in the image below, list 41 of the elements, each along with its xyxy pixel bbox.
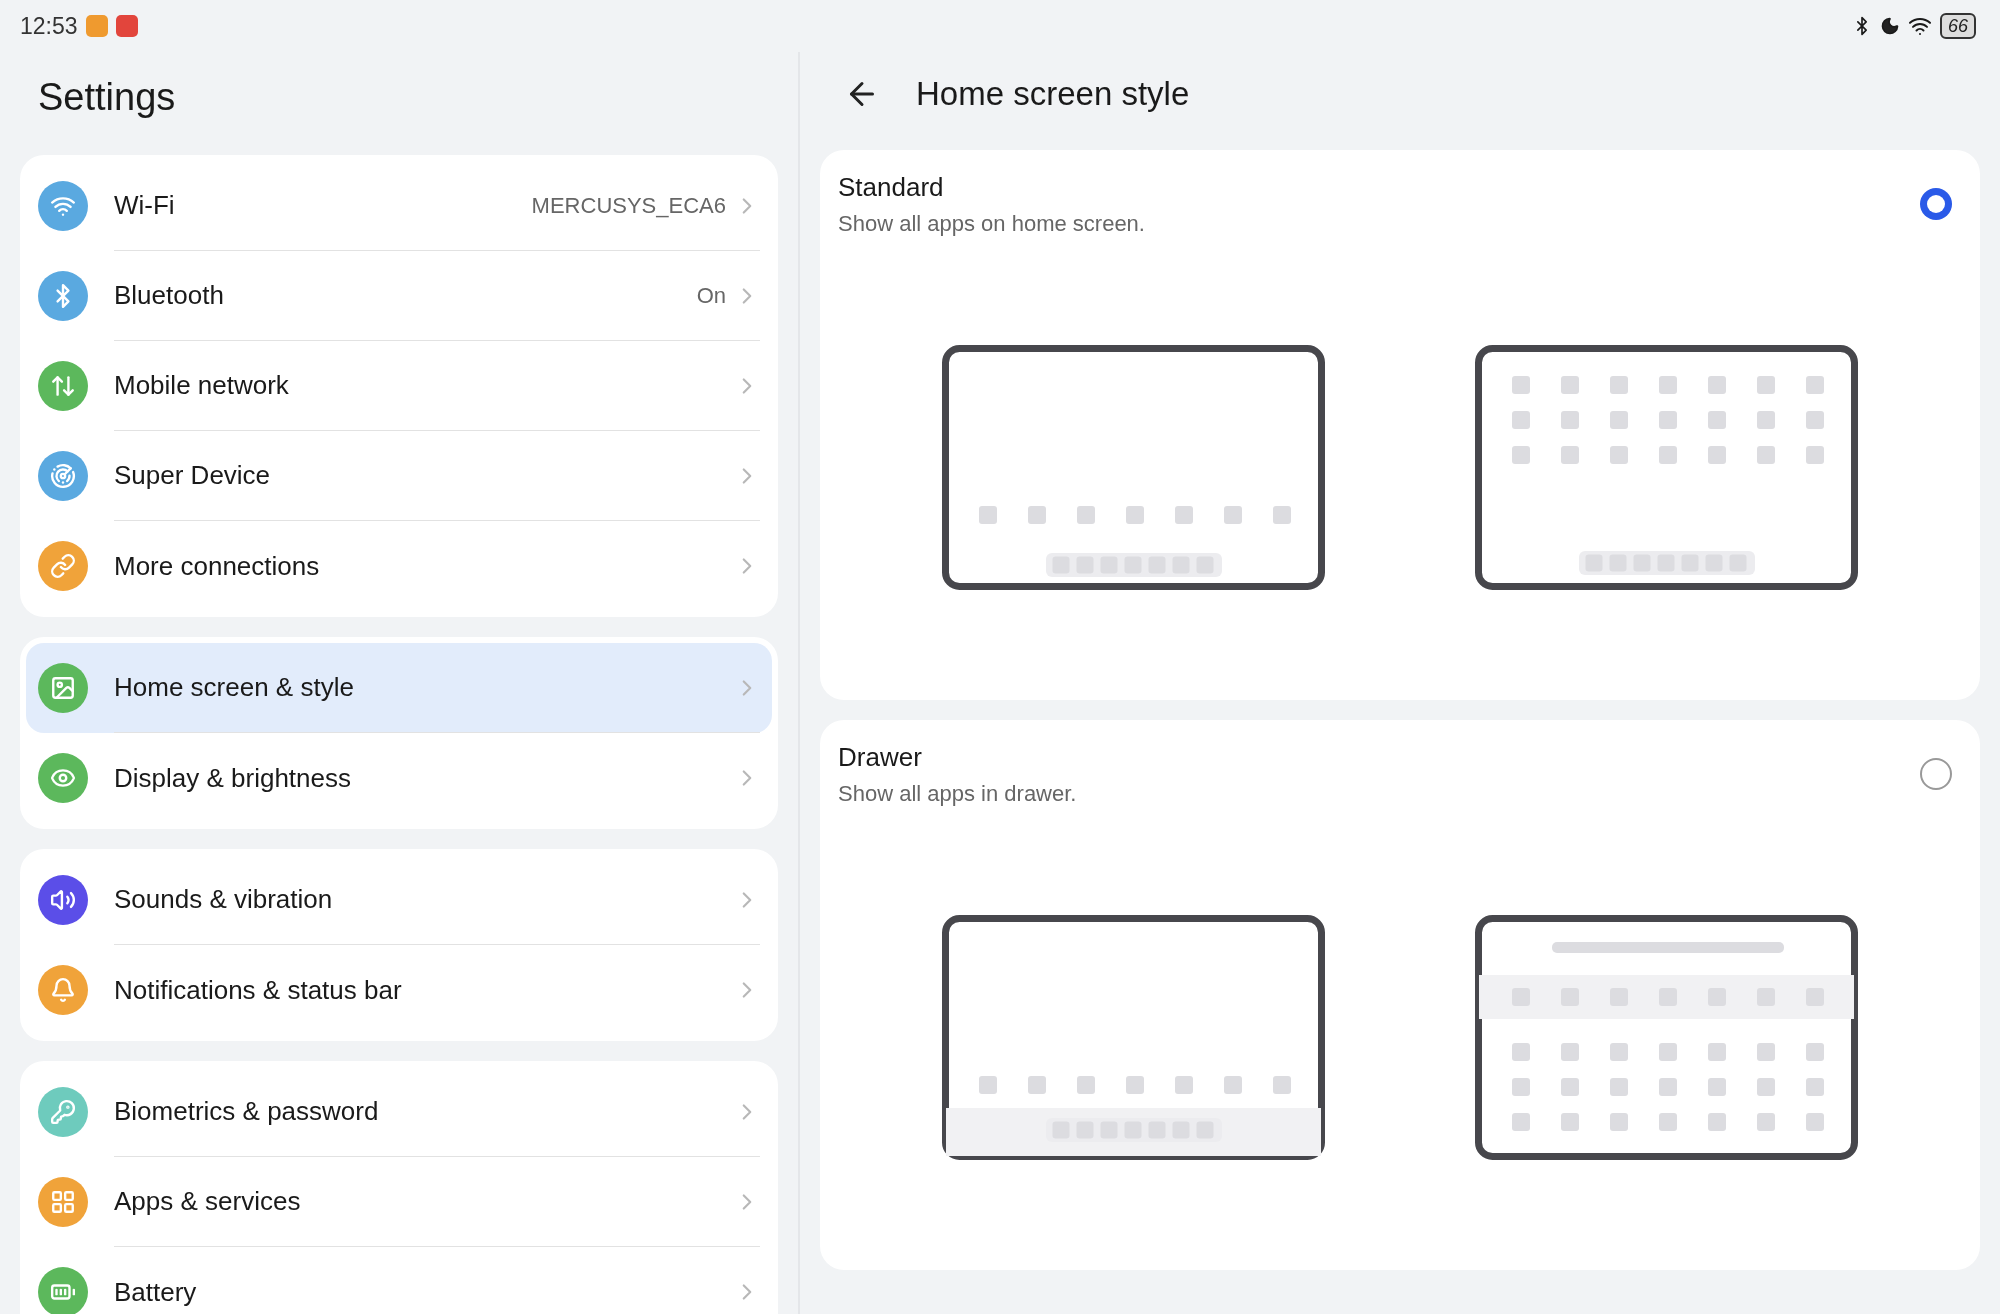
option-description: Show all apps on home screen. [838,211,1145,237]
item-label: Super Device [114,460,272,491]
settings-item[interactable]: Apps & services [26,1157,772,1247]
option-description: Show all apps in drawer. [838,781,1077,807]
item-label: Battery [114,1276,198,1308]
battery-level: 66 [1939,13,1976,39]
item-label: Notifications & status bar [114,974,403,1006]
radio-button[interactable] [1920,188,1952,220]
settings-item[interactable]: More connections [26,521,772,611]
settings-item[interactable]: Home screen & style [26,643,772,733]
item-label: Apps & services [114,1186,302,1217]
item-label: Biometrics & password [114,1096,380,1127]
item-label: Display & brightness [114,762,352,794]
settings-item[interactable]: Notifications & status bar [26,945,772,1035]
item-value: MERCUSYS_ECA6 [531,192,726,219]
status-time: 12:53 [20,12,78,40]
settings-item[interactable]: Bluetooth On [26,251,772,341]
settings-item[interactable]: Battery [26,1247,772,1314]
settings-item[interactable]: Wi-Fi MERCUSYS_ECA6 [26,161,772,251]
item-label: Wi-Fi [114,190,176,221]
settings-item[interactable]: Biometrics & password [26,1067,772,1157]
item-value: On [696,282,726,309]
settings-title: Settings [38,76,177,119]
settings-item[interactable]: Display & brightness [26,733,772,823]
option-card[interactable]: Standard Show all apps on home screen. [820,150,1980,700]
notification-icon [115,15,138,37]
item-label: More connections [114,550,321,582]
option-title: Standard [838,172,945,203]
item-label: Sounds & vibration [114,884,334,915]
settings-item[interactable]: Mobile network [26,341,772,431]
settings-item[interactable]: Super Device [26,431,772,521]
page-title: Home screen style [916,75,1190,113]
item-label: Bluetooth [114,280,225,311]
settings-item[interactable]: Sounds & vibration [26,855,772,945]
option-card[interactable]: Drawer Show all apps in drawer. [820,720,1980,1270]
radio-button[interactable] [1920,758,1952,790]
item-label: Mobile network [114,370,290,401]
option-title: Drawer [838,742,923,773]
notification-icon [85,15,108,37]
moon-icon [1879,16,1900,36]
item-label: Home screen & style [114,672,355,703]
